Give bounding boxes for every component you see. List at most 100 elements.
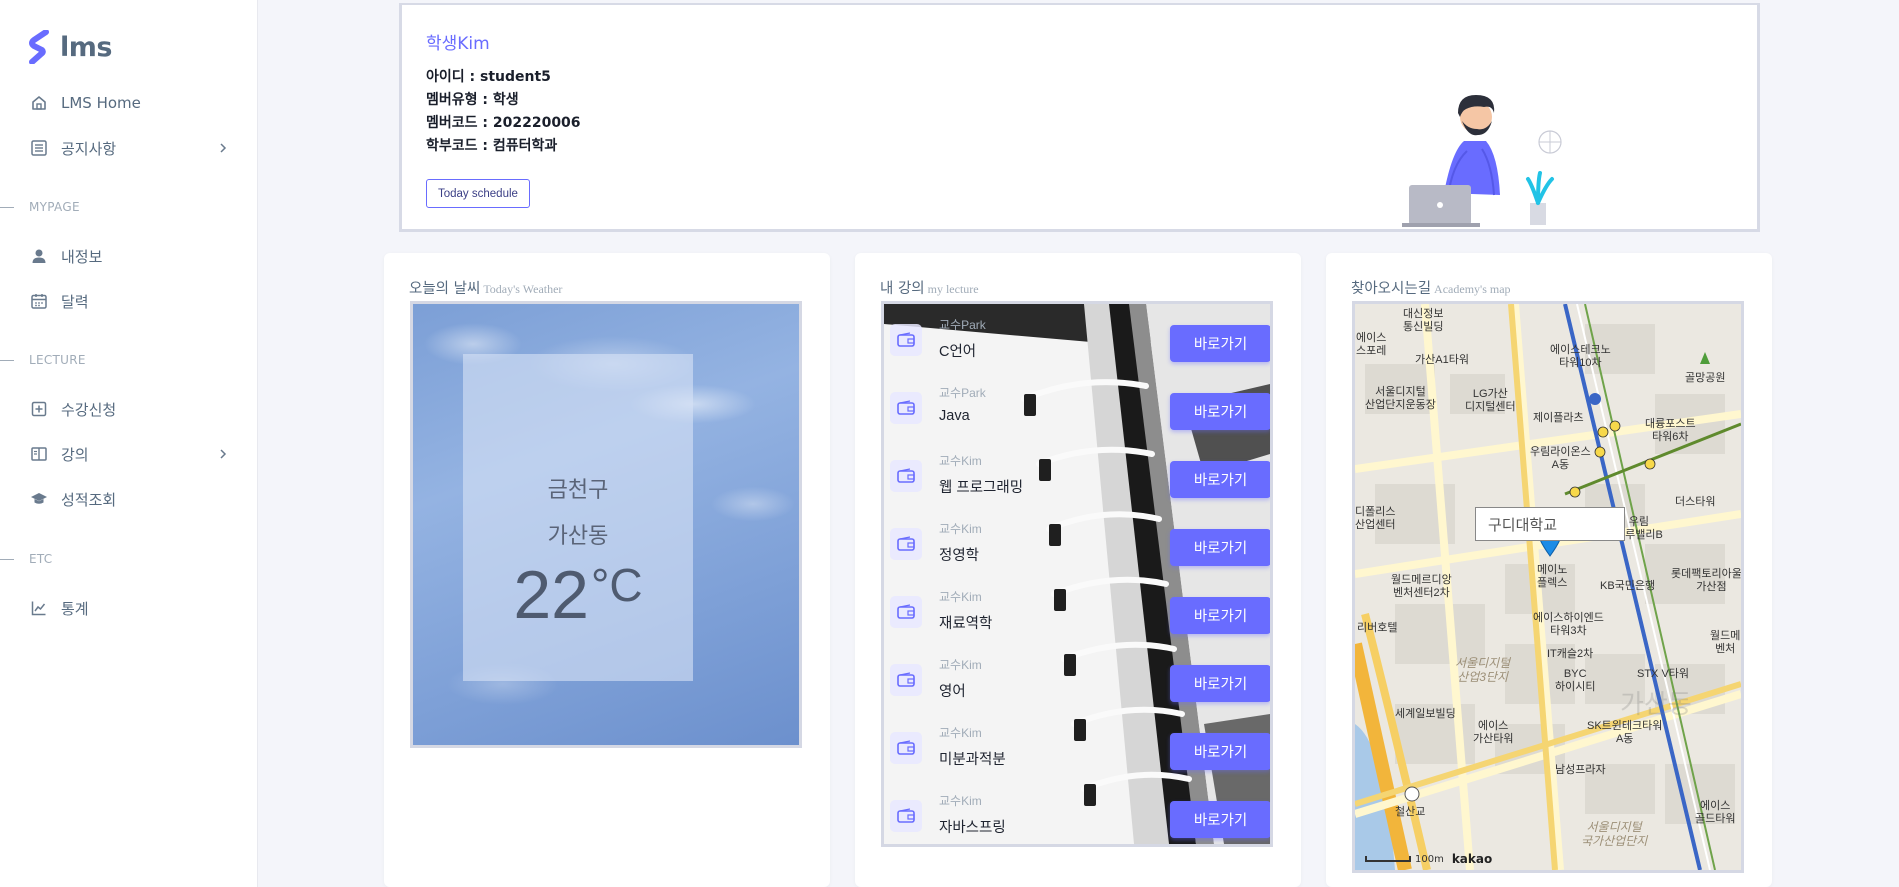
map-label: 디폴리스 산업센터 [1355, 506, 1396, 531]
map-label: 남성프라자 [1555, 764, 1606, 776]
lecture-professor: 교수Kim [939, 522, 982, 536]
book-icon [30, 445, 48, 463]
weather-dong: 가산동 [547, 524, 609, 549]
sidebar-item-course-registration[interactable]: 수강신청 [0, 391, 258, 427]
lecture-row: 교수Kim 정영학 바로가기 [884, 508, 1270, 576]
user-icon [30, 247, 48, 265]
lecture-row: 교수Kim 웹 프로그래밍 바로가기 [884, 440, 1270, 508]
map-district-label: 서울디지털 국가산업단지 [1581, 820, 1648, 848]
lecture-list: 교수Park C언어 바로가기 교수Park Java 바로가기 교수Kim 웹… [881, 301, 1273, 847]
map-label: 에이스하이엔드 타워3차 [1533, 612, 1604, 637]
map-label: 대신정보 통신빌딩 [1403, 308, 1444, 333]
lecture-name: 영어 [939, 684, 966, 700]
graduation-cap-icon [30, 490, 48, 508]
map-label: KB국민은행 [1600, 580, 1656, 592]
map-card: 찾아오시는길 Academy's map 대신정보 통신빌딩 에이스 스포레 가… [1326, 253, 1772, 887]
weather-image: 금천구 가산동 22 °C [410, 301, 802, 748]
map-label: 우림라이온스 A동 [1530, 446, 1591, 471]
brand-logo[interactable]: lms [28, 30, 112, 64]
map-scale: 100m kakao [1365, 852, 1492, 866]
lecture-professor: 교수Park [939, 318, 986, 332]
chevron-right-icon [220, 449, 227, 459]
map-label: BYC 하이시티 [1555, 668, 1596, 693]
weather-title: 오늘의 날씨 Today's Weather [409, 281, 563, 297]
map-label: 대륭포스트 타워6차 [1645, 418, 1696, 443]
sidebar-item-label: 달력 [61, 292, 89, 311]
weather-temperature: 22 °C [513, 557, 643, 633]
wallet-icon [890, 460, 922, 492]
lecture-name: C언어 [939, 344, 977, 360]
map-label: SK트윈테크타워 A동 [1587, 720, 1663, 745]
wallet-icon [890, 392, 922, 424]
go-to-lecture-button[interactable]: 바로가기 [1170, 529, 1270, 566]
weather-panel: 금천구 가산동 22 °C [463, 354, 693, 681]
go-to-lecture-button[interactable]: 바로가기 [1170, 665, 1270, 702]
sidebar-item-label: 공지사항 [61, 139, 117, 158]
map-label: 서울디지털 산업단지운동장 [1365, 386, 1436, 411]
lecture-row: 교수Park C언어 바로가기 [884, 304, 1270, 372]
sidebar-item-notices[interactable]: 공지사항 [0, 130, 258, 166]
brand-name: lms [60, 31, 112, 63]
map-area-label: 가산동 [1620, 690, 1692, 720]
map-label: 더스타워 [1675, 496, 1716, 508]
developer-illustration [1402, 95, 1562, 227]
sidebar-item-label: 내정보 [61, 247, 103, 266]
sidebar-item-my-info[interactable]: 내정보 [0, 238, 258, 274]
map-label: 에이스 스포레 [1356, 332, 1387, 357]
lecture-name: 자바스프링 [939, 820, 1006, 836]
map-label: 철산교 [1395, 806, 1426, 818]
map-label: LG가산 디지털센터 [1465, 388, 1516, 413]
sidebar-item-grades[interactable]: 성적조회 [0, 481, 258, 517]
profile-user-id: 아이디 : student5 [426, 69, 551, 85]
profile-member-code: 멤버코드 : 202220006 [426, 115, 581, 131]
today-schedule-button[interactable]: Today schedule [426, 179, 530, 208]
lecture-name: 웹 프로그래밍 [939, 480, 1024, 496]
go-to-lecture-button[interactable]: 바로가기 [1170, 801, 1270, 838]
sidebar-item-calendar[interactable]: 달력 [0, 283, 258, 319]
lecture-professor: 교수Kim [939, 454, 982, 468]
lecture-card: 내 강의 my lecture 교수Park C언어 바로가기 교수Park J… [855, 253, 1301, 887]
lecture-professor: 교수Kim [939, 726, 982, 740]
map-label: 에이스 가산타워 [1473, 720, 1514, 745]
academy-map[interactable]: 대신정보 통신빌딩 에이스 스포레 가산A1타워 에이스테크노 타워10차 골망공원 … [1352, 301, 1744, 873]
profile-member-type: 멤버유형 : 학생 [426, 92, 519, 108]
profile-dept-code: 학부코드 : 컴퓨터학과 [426, 138, 558, 154]
go-to-lecture-button[interactable]: 바로가기 [1170, 393, 1270, 430]
calendar-icon [30, 292, 48, 310]
sidebar: lms LMS Home 공지사항 MYPAGE 내정보 달력 LECTURE [0, 0, 258, 887]
go-to-lecture-button[interactable]: 바로가기 [1170, 733, 1270, 770]
map-label: 리버호텔 [1357, 622, 1398, 634]
sidebar-item-label: LMS Home [61, 94, 141, 112]
map-title: 찾아오시는길 Academy's map [1351, 281, 1511, 297]
lecture-professor: 교수Kim [939, 590, 982, 604]
profile-card: 학생Kim 아이디 : student5 멤버유형 : 학생 멤버코드 : 20… [399, 3, 1760, 232]
sidebar-item-label: 강의 [61, 445, 89, 464]
map-label: 롯데팩토리아울렛 가산점 [1671, 568, 1744, 593]
lecture-name: 미분과적분 [939, 752, 1006, 768]
lecture-name: 정영학 [939, 548, 980, 564]
section-mypage: MYPAGE [0, 200, 80, 214]
section-etc: ETC [0, 552, 53, 566]
lecture-row: 교수Park Java 바로가기 [884, 372, 1270, 440]
map-label: 세계일보빌딩 [1395, 708, 1456, 720]
map-label: IT캐슬2차 [1547, 648, 1594, 660]
weather-card: 오늘의 날씨 Today's Weather 금천구 가산동 22 °C [384, 253, 830, 887]
sidebar-item-label: 통계 [61, 599, 89, 618]
wallet-icon [890, 800, 922, 832]
profile-title: 학생Kim [426, 34, 490, 54]
add-box-icon [30, 400, 48, 418]
map-label: 메이노 플렉스 [1537, 564, 1568, 589]
sidebar-item-lms-home[interactable]: LMS Home [0, 85, 258, 121]
logo-icon [29, 30, 49, 64]
lecture-row: 교수Kim 재료역학 바로가기 [884, 576, 1270, 644]
lecture-professor: 교수Kim [939, 658, 982, 672]
go-to-lecture-button[interactable]: 바로가기 [1170, 325, 1270, 362]
lecture-row: 교수Kim 영어 바로가기 [884, 644, 1270, 712]
sidebar-item-lecture[interactable]: 강의 [0, 436, 258, 472]
list-icon [30, 139, 48, 157]
sidebar-item-statistics[interactable]: 통계 [0, 590, 258, 626]
go-to-lecture-button[interactable]: 바로가기 [1170, 461, 1270, 498]
wallet-icon [890, 528, 922, 560]
lecture-name: 재료역학 [939, 616, 993, 632]
go-to-lecture-button[interactable]: 바로가기 [1170, 597, 1270, 634]
